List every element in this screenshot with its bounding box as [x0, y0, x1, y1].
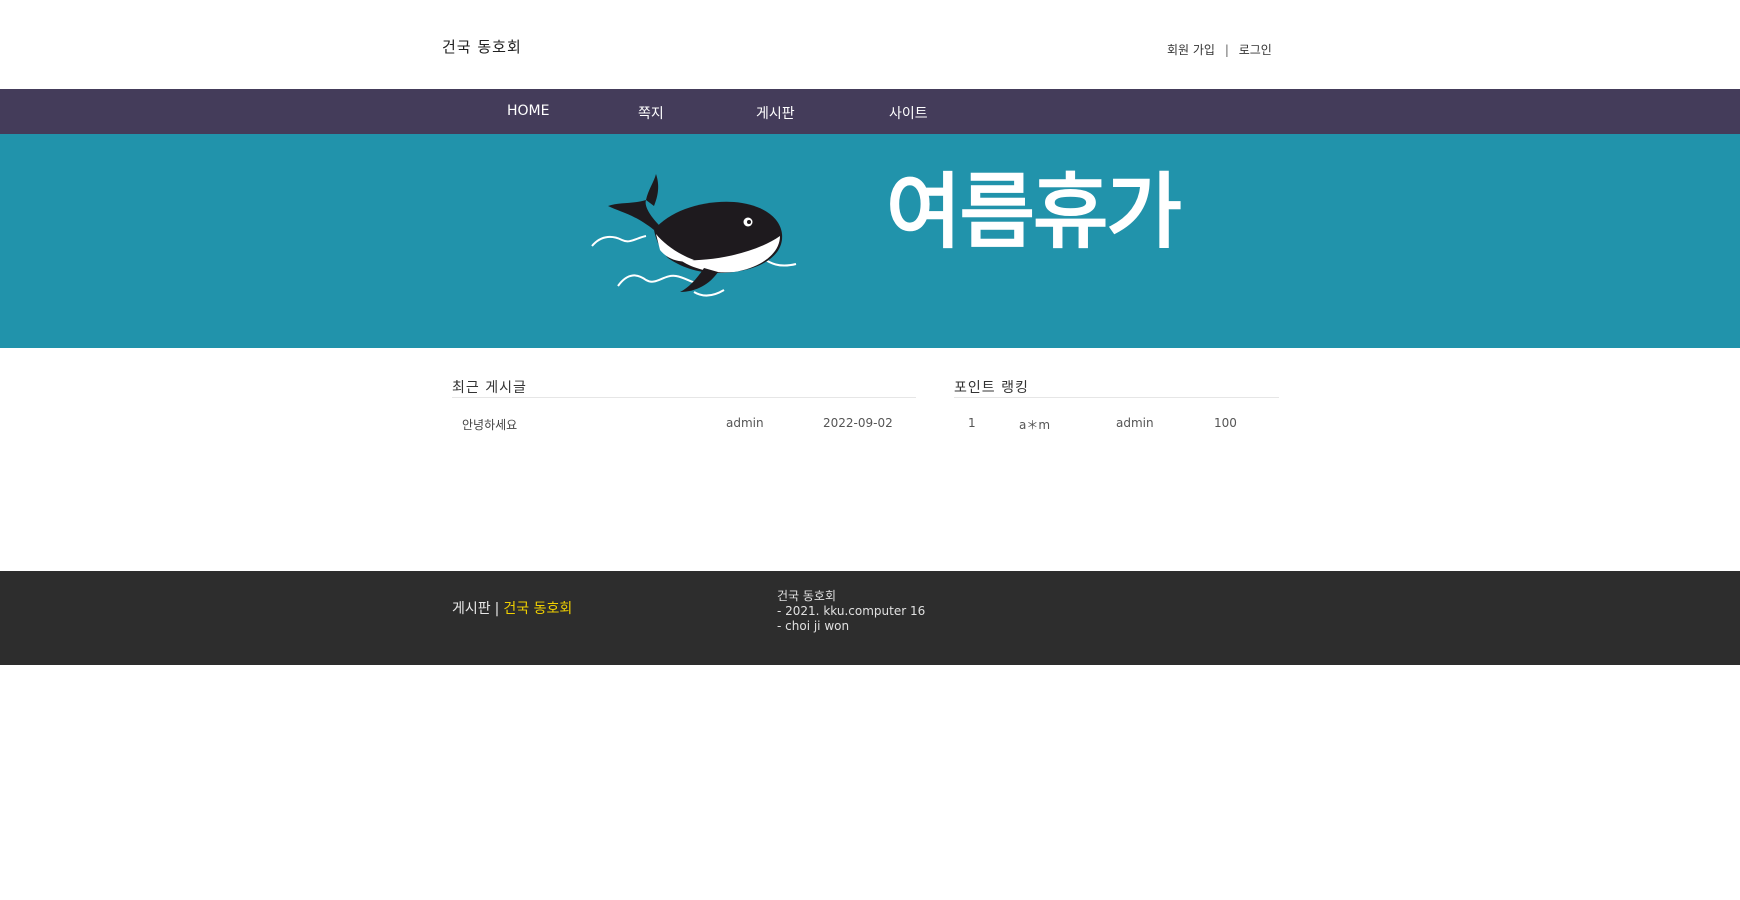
site-title[interactable]: 건국 동호회 [442, 36, 522, 57]
footer-separator: | [494, 601, 500, 617]
nav-item-messages[interactable]: 쪽지 [638, 103, 664, 123]
footer-club-link[interactable]: 건국 동호회 [503, 601, 572, 617]
main-nav: HOME 쪽지 게시판 사이트 [0, 89, 1740, 134]
point-ranking-title: 포인트 랭킹 [954, 380, 1029, 396]
recent-posts-title: 최근 게시글 [452, 380, 527, 396]
site-header: 건국 동호회 회원 가입 | 로그인 [0, 0, 1740, 89]
post-author: admin [726, 416, 764, 430]
banner-title: 여름휴가 [886, 165, 1182, 260]
ranking-rank: 1 [968, 416, 976, 430]
point-ranking-divider [954, 397, 1279, 398]
footer-info: 건국 동호회 - 2021. kku.computer 16 - choi ji… [777, 589, 925, 634]
auth-links: 회원 가입 | 로그인 [1167, 41, 1272, 58]
nav-item-sites[interactable]: 사이트 [889, 103, 928, 123]
main-content: 최근 게시글 안녕하세요 admin 2022-09-02 포인트 랭킹 1 a… [0, 348, 1740, 571]
login-link[interactable]: 로그인 [1239, 43, 1272, 57]
nav-item-board[interactable]: 게시판 [756, 103, 795, 123]
recent-posts-divider [452, 397, 916, 398]
nav-item-home[interactable]: HOME [507, 103, 549, 119]
auth-separator: | [1224, 43, 1229, 57]
banner: 여름휴가 [0, 134, 1740, 348]
footer-links: 게시판 | 건국 동호회 [452, 598, 572, 618]
whale-icon [591, 174, 797, 297]
footer-info-line: - choi ji won [777, 619, 850, 633]
ranking-nickname: a＊m [1019, 418, 1051, 432]
site-footer: 게시판 | 건국 동호회 건국 동호회 - 2021. kku.computer 1… [0, 571, 1740, 665]
post-date: 2022-09-02 [823, 416, 893, 430]
post-subject[interactable]: 안녕하세요 [462, 416, 517, 433]
footer-info-line: - 2021. kku.computer 16 [777, 604, 926, 618]
footer-info-line: 건국 동호회 [777, 589, 837, 603]
ranking-user: admin [1116, 416, 1154, 430]
ranking-points: 100 [1214, 416, 1237, 430]
footer-board-link[interactable]: 게시판 [452, 601, 491, 617]
signup-link[interactable]: 회원 가입 [1167, 43, 1215, 57]
